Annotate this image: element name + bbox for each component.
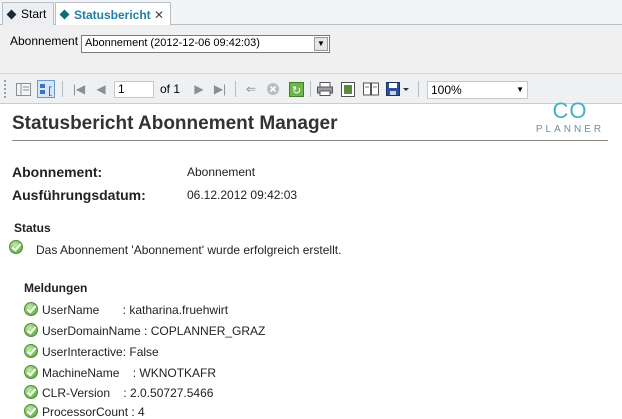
success-check-icon	[24, 323, 38, 337]
status-message: Das Abonnement 'Abonnement' wurde erfolg…	[36, 243, 342, 257]
abonnement-field-label: Abonnement:	[12, 164, 103, 180]
page-count-label: of 1	[160, 82, 181, 96]
chevron-down-icon[interactable]: ▼	[314, 37, 328, 51]
title-divider	[12, 140, 608, 141]
message-item: ProcessorCount : 4	[42, 405, 145, 419]
tab-statusbericht-label: Statusbericht	[74, 7, 151, 22]
abonnement-select-value: Abonnement (2012-12-06 09:42:03)	[85, 37, 260, 49]
toolbar-separator	[418, 81, 419, 97]
success-check-icon	[9, 240, 23, 254]
close-icon[interactable]: ✕	[154, 8, 164, 22]
diamond-icon	[6, 9, 17, 19]
next-page-icon[interactable]: ▶	[190, 80, 208, 98]
report-toolbar: [] |◀ ◀ 1 of 1 ▶ ▶| ⇐ ↻ 100% ▼	[0, 73, 622, 104]
message-item: UserInteractive: False	[42, 345, 159, 359]
tab-start[interactable]: Start	[2, 2, 54, 25]
logo-text-co: CO	[552, 98, 588, 123]
chevron-down-icon[interactable]: ▼	[516, 82, 524, 98]
messages-heading: Meldungen	[24, 281, 88, 295]
message-item: MachineName : WKNOTKAFR	[42, 366, 217, 380]
message-item: UserName : katharina.fruehwirt	[42, 303, 229, 317]
coplanner-logo: CO PLANNER	[530, 98, 610, 142]
first-page-icon[interactable]: |◀	[70, 80, 88, 98]
ausfuehrungsdatum-field-value: 06.12.2012 09:42:03	[187, 188, 298, 202]
svg-text:↻: ↻	[292, 84, 301, 97]
page-number-input[interactable]: 1	[114, 81, 154, 98]
message-item: CLR-Version : 2.0.50727.5466	[42, 386, 214, 400]
print-layout-icon[interactable]	[339, 80, 357, 98]
success-check-icon	[24, 365, 38, 379]
page-setup-icon[interactable]	[362, 80, 380, 98]
report-page: Statusbericht Abonnement Manager CO PLAN…	[0, 98, 622, 419]
document-map-icon[interactable]	[14, 80, 32, 98]
report-title: Statusbericht Abonnement Manager	[12, 113, 338, 134]
diamond-icon	[59, 9, 70, 20]
success-check-icon	[24, 404, 38, 418]
toolbar-separator	[310, 81, 311, 97]
tab-statusbericht[interactable]: Statusbericht ✕	[55, 2, 171, 26]
export-save-icon[interactable]	[385, 80, 413, 98]
toolbar-grip	[4, 80, 7, 98]
last-page-icon[interactable]: ▶|	[211, 80, 229, 98]
logo-text-planner: PLANNER	[535, 124, 605, 135]
toolbar-separator	[235, 81, 236, 97]
svg-text:[]: []	[47, 86, 53, 96]
abonnement-label: Abonnement	[10, 34, 79, 48]
abonnement-select[interactable]: Abonnement (2012-12-06 09:42:03) ▼	[81, 35, 330, 53]
status-heading: Status	[14, 221, 51, 235]
parameter-bar: Abonnement Abonnement (2012-12-06 09:42:…	[0, 25, 622, 73]
success-check-icon	[24, 344, 38, 358]
back-icon[interactable]: ⇐	[242, 80, 260, 98]
zoom-select[interactable]: 100% ▼	[427, 81, 528, 99]
ausfuehrungsdatum-field-label: Ausführungsdatum:	[12, 187, 146, 203]
message-item: UserDomainName : COPLANNER_GRAZ	[42, 324, 266, 338]
tab-start-label: Start	[21, 7, 47, 21]
zoom-value: 100%	[431, 83, 462, 97]
document-tab-strip: Start Statusbericht ✕	[0, 0, 622, 26]
abonnement-field-value: Abonnement	[187, 165, 256, 179]
stop-icon[interactable]	[264, 80, 282, 98]
parameters-toggle-icon[interactable]: []	[37, 80, 55, 98]
refresh-icon[interactable]: ↻	[287, 80, 305, 98]
previous-page-icon[interactable]: ◀	[92, 80, 110, 98]
print-icon[interactable]	[316, 80, 334, 98]
success-check-icon	[24, 385, 38, 399]
toolbar-separator	[62, 81, 63, 97]
success-check-icon	[24, 302, 38, 316]
